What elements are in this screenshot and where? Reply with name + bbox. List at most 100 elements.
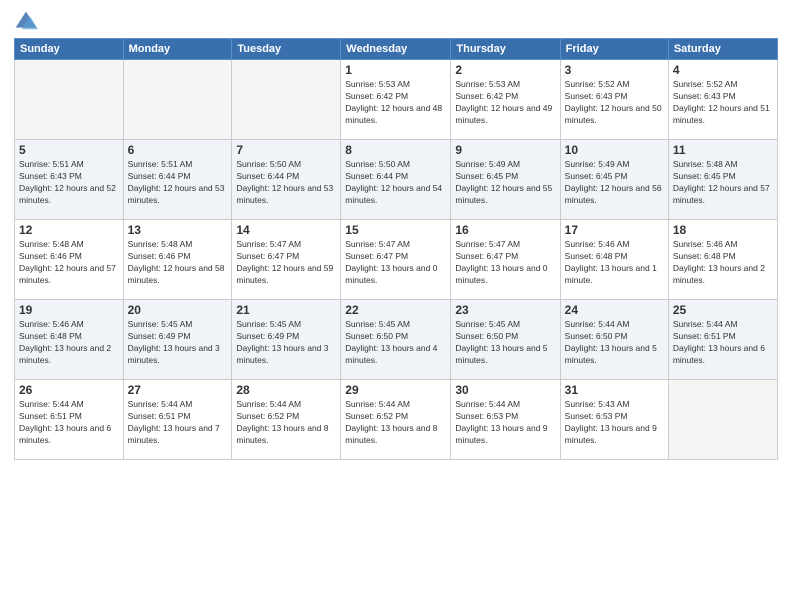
weekday-header-tuesday: Tuesday [232, 39, 341, 60]
day-info: Sunrise: 5:46 AMSunset: 6:48 PMDaylight:… [19, 319, 119, 367]
weekday-header-thursday: Thursday [451, 39, 560, 60]
logo-icon [14, 10, 38, 34]
day-number: 29 [345, 383, 446, 397]
weekday-header-friday: Friday [560, 39, 668, 60]
calendar-cell [123, 60, 232, 140]
day-info: Sunrise: 5:52 AMSunset: 6:43 PMDaylight:… [565, 79, 664, 127]
day-info: Sunrise: 5:44 AMSunset: 6:50 PMDaylight:… [565, 319, 664, 367]
day-number: 2 [455, 63, 555, 77]
day-number: 5 [19, 143, 119, 157]
calendar-cell: 23 Sunrise: 5:45 AMSunset: 6:50 PMDayligh… [451, 300, 560, 380]
day-number: 11 [673, 143, 773, 157]
day-number: 8 [345, 143, 446, 157]
calendar-cell: 16Sunrise: 5:47 AMSunset: 6:47 PMDayligh… [451, 220, 560, 300]
day-number: 12 [19, 223, 119, 237]
calendar-cell: 10 Sunrise: 5:49 AMSunset: 6:45 PMDayligh… [560, 140, 668, 220]
day-info: Sunrise: 5:45 AMSunset: 6:49 PMDaylight:… [236, 319, 336, 367]
day-info: Sunrise: 5:44 AMSunset: 6:53 PMDaylight:… [455, 399, 555, 447]
calendar-cell [15, 60, 124, 140]
day-number: 25 [673, 303, 773, 317]
calendar-cell: 3 Sunrise: 5:52 AMSunset: 6:43 PMDaylight… [560, 60, 668, 140]
day-number: 13 [128, 223, 228, 237]
day-number: 24 [565, 303, 664, 317]
day-info: Sunrise: 5:48 AMSunset: 6:46 PMDaylight:… [19, 239, 119, 287]
day-info: Sunrise: 5:48 AMSunset: 6:46 PMDaylight:… [128, 239, 228, 287]
calendar-cell [668, 380, 777, 460]
calendar-cell: 13 Sunrise: 5:48 AMSunset: 6:46 PMDayligh… [123, 220, 232, 300]
day-number: 20 [128, 303, 228, 317]
day-info: Sunrise: 5:49 AMSunset: 6:45 PMDaylight:… [455, 159, 555, 207]
calendar-cell: 22Sunrise: 5:45 AMSunset: 6:50 PMDayligh… [341, 300, 451, 380]
day-info: Sunrise: 5:45 AMSunset: 6:50 PMDaylight:… [455, 319, 555, 367]
calendar-cell: 6Sunrise: 5:51 AMSunset: 6:44 PMDaylight… [123, 140, 232, 220]
logo [14, 10, 42, 34]
calendar-cell [232, 60, 341, 140]
page: SundayMondayTuesdayWednesdayThursdayFrid… [0, 0, 792, 612]
day-info: Sunrise: 5:50 AMSunset: 6:44 PMDaylight:… [345, 159, 446, 207]
day-number: 6 [128, 143, 228, 157]
calendar-cell: 1Sunrise: 5:53 AMSunset: 6:42 PMDaylight… [341, 60, 451, 140]
day-info: Sunrise: 5:44 AMSunset: 6:52 PMDaylight:… [345, 399, 446, 447]
calendar-cell: 25 Sunrise: 5:44 AMSunset: 6:51 PMDayligh… [668, 300, 777, 380]
calendar-cell: 12 Sunrise: 5:48 AMSunset: 6:46 PMDayligh… [15, 220, 124, 300]
day-number: 19 [19, 303, 119, 317]
day-info: Sunrise: 5:47 AMSunset: 6:47 PMDaylight:… [236, 239, 336, 287]
calendar-cell: 14 Sunrise: 5:47 AMSunset: 6:47 PMDayligh… [232, 220, 341, 300]
calendar-week-row: 26Sunrise: 5:44 AMSunset: 6:51 PMDayligh… [15, 380, 778, 460]
day-info: Sunrise: 5:49 AMSunset: 6:45 PMDaylight:… [565, 159, 664, 207]
calendar-cell: 11 Sunrise: 5:48 AMSunset: 6:45 PMDayligh… [668, 140, 777, 220]
day-number: 7 [236, 143, 336, 157]
day-number: 31 [565, 383, 664, 397]
day-info: Sunrise: 5:45 AMSunset: 6:49 PMDaylight:… [128, 319, 228, 367]
day-number: 23 [455, 303, 555, 317]
calendar-cell: 2Sunrise: 5:53 AMSunset: 6:42 PMDaylight… [451, 60, 560, 140]
calendar-cell: 30Sunrise: 5:44 AMSunset: 6:53 PMDayligh… [451, 380, 560, 460]
day-number: 27 [128, 383, 228, 397]
day-number: 3 [565, 63, 664, 77]
calendar-cell: 5 Sunrise: 5:51 AMSunset: 6:43 PMDaylight… [15, 140, 124, 220]
day-info: Sunrise: 5:43 AMSunset: 6:53 PMDaylight:… [565, 399, 664, 447]
calendar-cell: 27Sunrise: 5:44 AMSunset: 6:51 PMDayligh… [123, 380, 232, 460]
calendar-cell: 17 Sunrise: 5:46 AMSunset: 6:48 PMDayligh… [560, 220, 668, 300]
day-info: Sunrise: 5:46 AMSunset: 6:48 PMDaylight:… [565, 239, 664, 287]
day-info: Sunrise: 5:47 AMSunset: 6:47 PMDaylight:… [345, 239, 446, 287]
day-info: Sunrise: 5:52 AMSunset: 6:43 PMDaylight:… [673, 79, 773, 127]
weekday-header-row: SundayMondayTuesdayWednesdayThursdayFrid… [15, 39, 778, 60]
day-info: Sunrise: 5:44 AMSunset: 6:51 PMDaylight:… [19, 399, 119, 447]
weekday-header-saturday: Saturday [668, 39, 777, 60]
calendar-cell: 9Sunrise: 5:49 AMSunset: 6:45 PMDaylight… [451, 140, 560, 220]
calendar-week-row: 5 Sunrise: 5:51 AMSunset: 6:43 PMDaylight… [15, 140, 778, 220]
day-info: Sunrise: 5:53 AMSunset: 6:42 PMDaylight:… [345, 79, 446, 127]
day-info: Sunrise: 5:44 AMSunset: 6:51 PMDaylight:… [673, 319, 773, 367]
day-number: 14 [236, 223, 336, 237]
weekday-header-wednesday: Wednesday [341, 39, 451, 60]
day-info: Sunrise: 5:48 AMSunset: 6:45 PMDaylight:… [673, 159, 773, 207]
day-number: 15 [345, 223, 446, 237]
calendar-cell: 15 Sunrise: 5:47 AMSunset: 6:47 PMDayligh… [341, 220, 451, 300]
day-number: 21 [236, 303, 336, 317]
calendar-cell: 19 Sunrise: 5:46 AMSunset: 6:48 PMDayligh… [15, 300, 124, 380]
calendar-cell: 24 Sunrise: 5:44 AMSunset: 6:50 PMDayligh… [560, 300, 668, 380]
header [14, 10, 778, 34]
calendar-cell: 20 Sunrise: 5:45 AMSunset: 6:49 PMDayligh… [123, 300, 232, 380]
weekday-header-sunday: Sunday [15, 39, 124, 60]
calendar-week-row: 12 Sunrise: 5:48 AMSunset: 6:46 PMDayligh… [15, 220, 778, 300]
calendar-cell: 18 Sunrise: 5:46 AMSunset: 6:48 PMDayligh… [668, 220, 777, 300]
calendar-cell: 7 Sunrise: 5:50 AMSunset: 6:44 PMDaylight… [232, 140, 341, 220]
calendar-week-row: 19 Sunrise: 5:46 AMSunset: 6:48 PMDayligh… [15, 300, 778, 380]
calendar-week-row: 1Sunrise: 5:53 AMSunset: 6:42 PMDaylight… [15, 60, 778, 140]
day-info: Sunrise: 5:51 AMSunset: 6:43 PMDaylight:… [19, 159, 119, 207]
day-number: 28 [236, 383, 336, 397]
day-info: Sunrise: 5:45 AMSunset: 6:50 PMDaylight:… [345, 319, 446, 367]
day-number: 18 [673, 223, 773, 237]
calendar-cell: 29 Sunrise: 5:44 AMSunset: 6:52 PMDayligh… [341, 380, 451, 460]
calendar-cell: 4 Sunrise: 5:52 AMSunset: 6:43 PMDaylight… [668, 60, 777, 140]
day-number: 17 [565, 223, 664, 237]
weekday-header-monday: Monday [123, 39, 232, 60]
day-number: 4 [673, 63, 773, 77]
day-info: Sunrise: 5:46 AMSunset: 6:48 PMDaylight:… [673, 239, 773, 287]
calendar-table: SundayMondayTuesdayWednesdayThursdayFrid… [14, 38, 778, 460]
day-info: Sunrise: 5:50 AMSunset: 6:44 PMDaylight:… [236, 159, 336, 207]
day-number: 10 [565, 143, 664, 157]
calendar-cell: 31 Sunrise: 5:43 AMSunset: 6:53 PMDayligh… [560, 380, 668, 460]
